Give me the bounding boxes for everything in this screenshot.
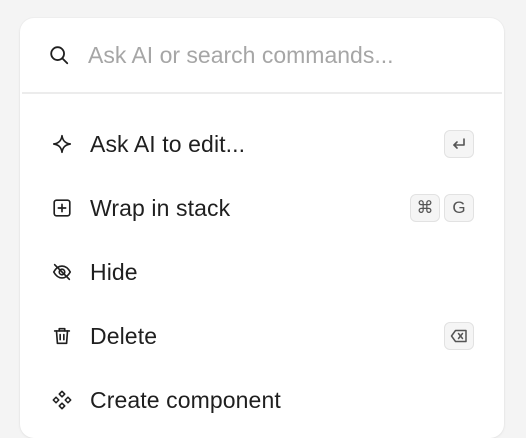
shortcut-keys — [444, 130, 474, 158]
eye-off-icon — [50, 260, 74, 284]
menu-item-wrap-in-stack[interactable]: Wrap in stack ⌘ G — [20, 176, 504, 240]
menu-item-label: Create component — [90, 386, 281, 413]
enter-key-icon — [444, 130, 474, 158]
command-key: ⌘ — [410, 194, 440, 222]
search-input[interactable] — [88, 41, 468, 69]
command-list: Ask AI to edit... Wrap in stack ⌘ G Hide… — [20, 94, 504, 432]
trash-icon — [50, 324, 74, 348]
command-palette: Ask AI to edit... Wrap in stack — [20, 18, 504, 438]
search-bar — [22, 18, 502, 94]
menu-item-label: Wrap in stack — [90, 194, 231, 221]
menu-item-hide[interactable]: Hide — [20, 240, 504, 304]
menu-item-delete[interactable]: Delete — [20, 304, 504, 368]
menu-item-create-component[interactable]: Create component — [20, 368, 504, 432]
sparkle-icon — [50, 132, 74, 156]
shortcut-keys: ⌘ G — [410, 194, 474, 222]
menu-item-label: Hide — [90, 258, 138, 285]
backspace-key-icon — [444, 322, 474, 350]
menu-item-label: Ask AI to edit... — [90, 130, 246, 157]
menu-item-label: Delete — [90, 322, 158, 349]
shortcut-keys — [444, 322, 474, 350]
menu-item-ask-ai[interactable]: Ask AI to edit... — [20, 112, 504, 176]
component-icon — [50, 388, 74, 412]
search-icon — [47, 43, 71, 67]
g-key: G — [444, 194, 474, 222]
plus-square-icon — [50, 196, 74, 220]
